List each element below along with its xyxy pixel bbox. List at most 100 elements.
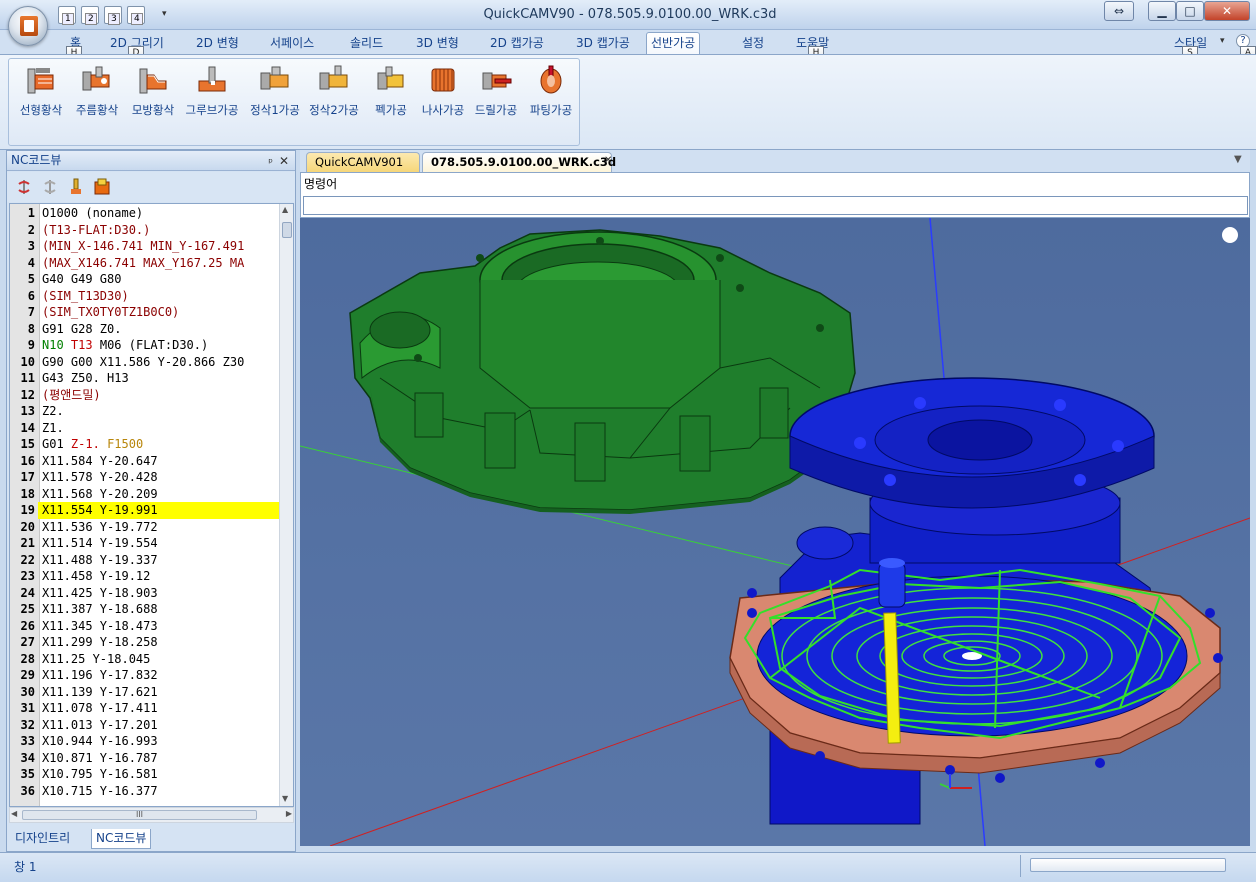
line-number: 19 — [20, 503, 35, 517]
scroll-left-icon[interactable]: ◀ — [11, 809, 17, 818]
nc-line[interactable]: 15 G01 Z-1. F1500 — [10, 436, 282, 453]
qat-button-2[interactable]: 2 — [81, 6, 99, 25]
nc-line[interactable]: 18 X11.568 Y-20.209 — [10, 486, 282, 503]
status-text: 창 1 — [14, 860, 37, 874]
line-number: 7 — [27, 305, 35, 319]
tab-close-icon[interactable]: ✕ — [604, 155, 612, 166]
3d-viewport[interactable] — [300, 218, 1250, 846]
nc-line-text: (MIN_X-146.741 MIN_Y-167.491 — [42, 239, 245, 253]
nc-line[interactable]: 4 (MAX_X146.741 MAX_Y167.25 MA — [10, 255, 282, 272]
thread-machining-button[interactable]: 나사가공 — [415, 63, 471, 123]
nc-line[interactable]: 35 X10.795 Y-16.581 — [10, 766, 282, 783]
nc-line-text: Z2. — [42, 404, 64, 418]
scroll-right-icon[interactable]: ▶ — [286, 809, 292, 818]
maximize-button[interactable]: □ — [1176, 1, 1204, 21]
parting-button[interactable]: 파팅가공 — [523, 63, 579, 123]
nc-code-editor[interactable]: 1 O1000 (noname) 2 (T13-FLAT:D30.) 3 (MIN_X-1… — [9, 203, 294, 807]
nc-line[interactable]: 28 X11.25 Y-18.045 — [10, 651, 282, 668]
nc-line[interactable]: 21 X11.514 Y-19.554 — [10, 535, 282, 552]
scroll-down-icon[interactable]: ▼ — [282, 794, 288, 803]
tab-settings[interactable]: 설정 — [738, 34, 768, 54]
qat-button-1[interactable]: 1 — [58, 6, 76, 25]
nc-line[interactable]: 34 X10.871 Y-16.787 — [10, 750, 282, 767]
nc-line-text: X10.715 Y-16.377 — [42, 783, 158, 798]
drill-machining-button[interactable]: 드릴가공 — [471, 63, 521, 123]
nc-line[interactable]: 2 (T13-FLAT:D30.) — [10, 222, 282, 239]
nc-line[interactable]: 17 X11.578 Y-20.428 — [10, 469, 282, 486]
nc-line[interactable]: 11 G43 Z50. H13 — [10, 370, 282, 387]
tab-surface[interactable]: 서페이스 — [266, 34, 318, 54]
nc-line[interactable]: 1 O1000 (noname) — [10, 205, 282, 222]
nc-line[interactable]: 13 Z2. — [10, 403, 282, 420]
minimize-button[interactable]: ▁ — [1148, 1, 1176, 21]
qat-button-4[interactable]: 4 — [127, 6, 145, 25]
nc-line[interactable]: 12 (평앤드밀) — [10, 387, 282, 404]
nc-vertical-scrollbar[interactable]: ▲ ▼ — [279, 204, 293, 806]
groove-roughing-button[interactable]: 주름황삭 — [69, 63, 125, 123]
nc-line[interactable]: 3 (MIN_X-146.741 MIN_Y-167.491 — [10, 238, 282, 255]
qat-customize-icon[interactable]: ▾ — [162, 9, 167, 19]
tab-solid[interactable]: 솔리드 — [346, 34, 387, 54]
finishing2-button[interactable]: 정삭2가공 — [305, 63, 363, 123]
tab-lathe[interactable]: 선반가공 — [646, 32, 701, 54]
panel-close-icon[interactable]: ✕ — [279, 152, 289, 171]
pin-icon[interactable]: ᵖ — [268, 153, 273, 172]
tab-document-quickcam[interactable]: QuickCAMV901 — [306, 152, 420, 172]
nc-step-icon[interactable] — [41, 178, 59, 196]
tab-document-wrk[interactable]: 078.505.9.0100.00_WRK.c3d — [422, 152, 616, 172]
finishing1-button[interactable]: 정삭1가공 — [247, 63, 303, 123]
nc-horizontal-scrollbar[interactable]: ◀ III ▶ — [9, 807, 294, 823]
nc-line[interactable]: 5 G40 G49 G80 — [10, 271, 282, 288]
status-bar: 창 1 — [0, 852, 1256, 882]
nc-line[interactable]: 24 X11.425 Y-18.903 — [10, 585, 282, 602]
nc-line[interactable]: 26 X11.345 Y-18.473 — [10, 618, 282, 635]
close-button[interactable]: ✕ — [1204, 1, 1250, 21]
nc-line[interactable]: 33 X10.944 Y-16.993 — [10, 733, 282, 750]
nc-horizontal-scroll-thumb[interactable]: III — [22, 810, 257, 820]
tab-3d-transform[interactable]: 3D 변형 — [412, 34, 463, 54]
nc-vertical-scroll-thumb[interactable] — [282, 222, 292, 238]
nc-line[interactable]: 6 (SIM_T13D30) — [10, 288, 282, 305]
line-number: 20 — [20, 519, 35, 534]
nc-line-current[interactable]: 19 X11.554 Y-19.991 — [10, 502, 282, 519]
nc-tool-icon[interactable] — [67, 178, 85, 196]
nc-line[interactable]: 29 X11.196 Y-17.832 — [10, 667, 282, 684]
nc-line[interactable]: 8 G91 G28 Z0. — [10, 321, 282, 338]
qat-button-3[interactable]: 3 — [104, 6, 122, 25]
groove-machining-button[interactable]: 그루브가공 — [181, 63, 243, 123]
line-number: 29 — [20, 668, 35, 682]
restore-size-button[interactable]: ⇔ — [1104, 1, 1134, 21]
scroll-up-icon[interactable]: ▲ — [282, 205, 288, 214]
nc-line[interactable]: 23 X11.458 Y-19.12 — [10, 568, 282, 585]
nc-line[interactable]: 25 X11.387 Y-18.688 — [10, 601, 282, 618]
line-number: 1 — [27, 206, 35, 220]
nc-line[interactable]: 20 X11.536 Y-19.772 — [10, 519, 282, 536]
nc-line[interactable]: 31 X11.078 Y-17.411 — [10, 700, 282, 717]
line-number: 10 — [20, 354, 35, 369]
nc-line[interactable]: 32 X11.013 Y-17.201 — [10, 717, 282, 734]
peck-machining-button[interactable]: 펙가공 — [367, 63, 415, 123]
tab-3d-cam[interactable]: 3D 캡가공 — [572, 34, 634, 54]
tab-2d-transform[interactable]: 2D 변형 — [192, 34, 243, 54]
nc-export-icon[interactable] — [93, 178, 111, 196]
linear-roughing-button[interactable]: 선형황삭 — [13, 63, 69, 123]
nc-line[interactable]: 22 X11.488 Y-19.337 — [10, 552, 282, 569]
application-menu-button[interactable] — [8, 6, 48, 46]
tab-list-dropdown-icon[interactable]: ▼ — [1234, 154, 1242, 165]
nc-line[interactable]: 30 X11.139 Y-17.621 — [10, 684, 282, 701]
tab-design-tree[interactable]: 디자인트리 — [11, 829, 74, 849]
nc-line[interactable]: 16 X11.584 Y-20.647 — [10, 453, 282, 470]
nc-line[interactable]: 7 (SIM_TX0TY0TZ1B0C0) — [10, 304, 282, 321]
tab-nc-code-view[interactable]: NC코드뷰 — [91, 829, 152, 849]
nc-line[interactable]: 14 Z1. — [10, 420, 282, 437]
nc-line[interactable]: 9 N10 T13 M06 (FLAT:D30.) — [10, 337, 282, 354]
command-input[interactable] — [303, 196, 1248, 215]
copy-roughing-button[interactable]: 모방황삭 — [125, 63, 181, 123]
nc-token: M06 (FLAT:D30.) — [99, 338, 209, 352]
style-dropdown-icon[interactable]: ▾ — [1220, 36, 1225, 46]
nc-line[interactable]: 27 X11.299 Y-18.258 — [10, 634, 282, 651]
nc-simulate-icon[interactable] — [15, 178, 33, 196]
nc-line[interactable]: 36 X10.715 Y-16.377 — [10, 783, 282, 800]
tab-2d-cam[interactable]: 2D 캡가공 — [486, 34, 548, 54]
nc-line[interactable]: 10 G90 G00 X11.586 Y-20.866 Z30 — [10, 354, 282, 371]
